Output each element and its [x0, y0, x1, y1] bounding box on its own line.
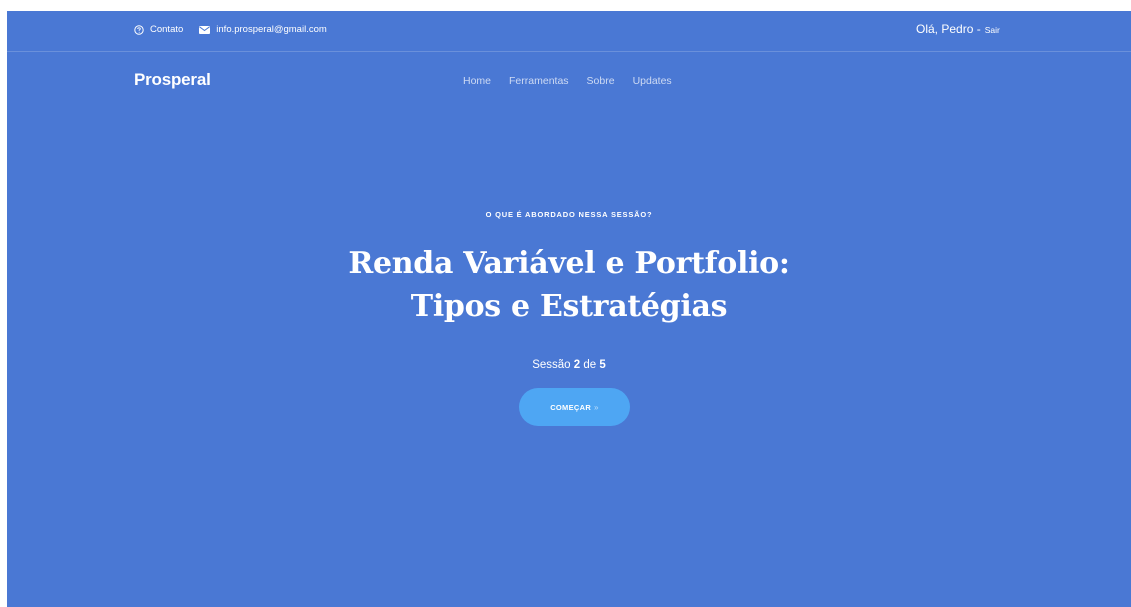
session-mid: de	[583, 359, 597, 371]
nav-item-updates[interactable]: Updates	[633, 75, 672, 87]
nav-item-sobre[interactable]: Sobre	[587, 75, 615, 87]
session-progress: Sessão 2 de 5	[7, 359, 1131, 371]
start-button-label: COMEÇAR	[550, 402, 592, 412]
chevron-right-double-icon: »	[594, 402, 599, 412]
nav-item-home[interactable]: Home	[463, 75, 491, 87]
title-line-2: Tipos e Estratégias	[410, 289, 728, 324]
title-line-1: Renda Variável e Portfolio:	[348, 246, 790, 281]
session-prefix: Sessão	[532, 359, 571, 371]
contact-label: Contato	[150, 24, 184, 35]
page-title: Renda Variável e Portfolio: Tipos e Estr…	[7, 242, 1131, 328]
main-nav: Home Ferramentas Sobre Updates	[463, 75, 672, 87]
help-circle-icon	[134, 24, 144, 35]
start-button[interactable]: COMEÇAR »	[519, 388, 630, 426]
brand-logo[interactable]: Prosperal	[134, 70, 211, 90]
user-greeting: Olá, Pedro - Sair	[916, 22, 1000, 36]
session-current: 2	[573, 359, 581, 371]
top-bar: Contato info.prosperal@gmail.com Olá, Pe…	[7, 11, 1131, 52]
contact-info: Contato info.prosperal@gmail.com	[134, 24, 327, 35]
logout-link[interactable]: Sair	[985, 25, 1000, 35]
section-eyebrow: O QUE É ABORDADO NESSA SESSÃO?	[485, 210, 653, 219]
mail-icon	[199, 25, 211, 34]
greeting-text: Olá, Pedro -	[916, 22, 981, 36]
nav-item-ferramentas[interactable]: Ferramentas	[509, 75, 569, 87]
page-frame: Contato info.prosperal@gmail.com Olá, Pe…	[7, 11, 1131, 607]
contact-link[interactable]: Contato	[134, 24, 183, 35]
email-link[interactable]: info.prosperal@gmail.com	[216, 24, 327, 35]
session-total: 5	[599, 359, 606, 371]
